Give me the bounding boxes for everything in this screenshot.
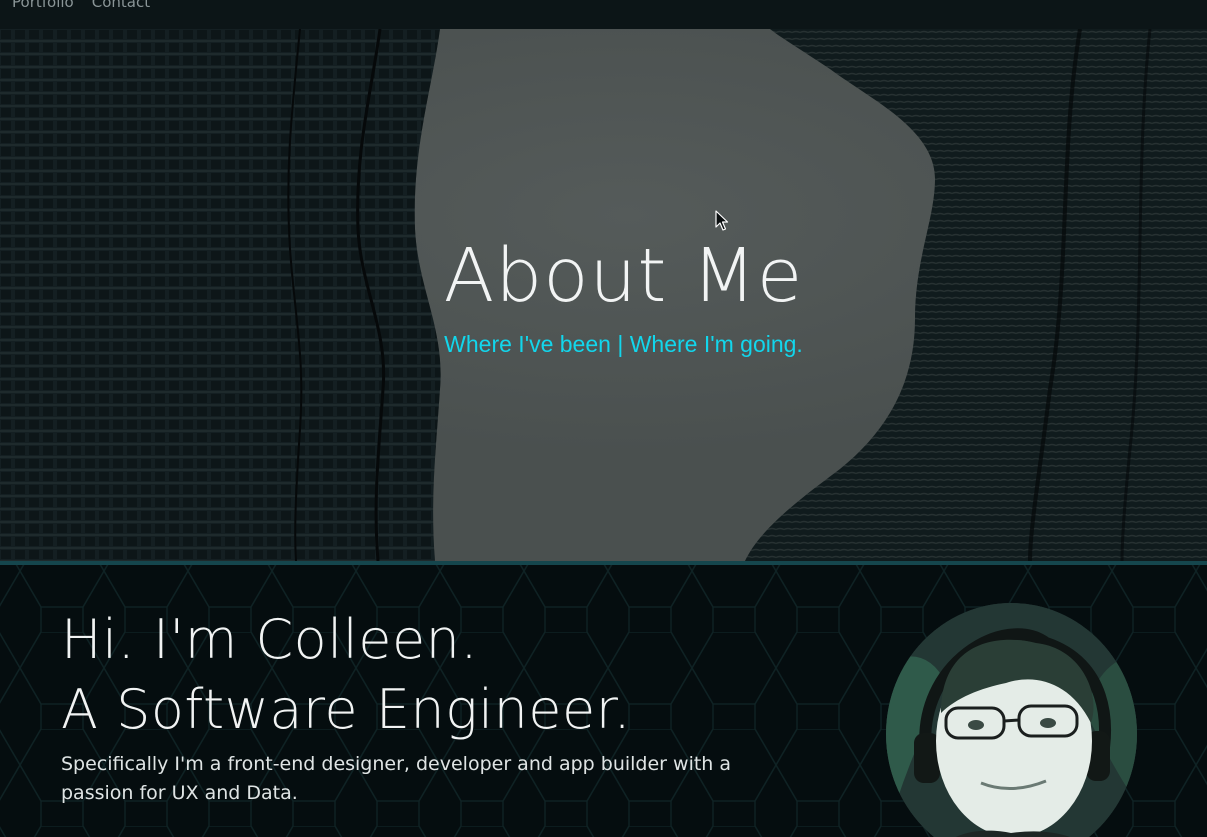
nav-link-contact[interactable]: Contact — [92, 0, 150, 11]
hero-title: About Me — [443, 233, 804, 319]
nav-link-portfolio[interactable]: Portfolio — [12, 0, 74, 11]
intro-heading-line2: A Software Engineer. — [61, 678, 632, 741]
page: Portfolio Contact About Me Where I've be… — [0, 0, 1207, 837]
intro-heading-line1: Hi. I'm Colleen. — [61, 608, 479, 671]
hero-banner: About Me Where I've been | Where I'm goi… — [0, 29, 1207, 561]
top-navbar: Portfolio Contact — [0, 0, 1207, 29]
intro-section: Hi. I'm Colleen. A Software Engineer. Sp… — [0, 565, 1207, 837]
nav-links: Portfolio Contact — [12, 0, 150, 11]
intro-description: Specifically I'm a front-end designer, d… — [61, 753, 732, 804]
mouse-pointer-icon — [715, 210, 729, 231]
hero-subtitle: Where I've been | Where I'm going. — [444, 331, 803, 357]
intro-heading: Hi. I'm Colleen. A Software Engineer. — [61, 605, 631, 745]
